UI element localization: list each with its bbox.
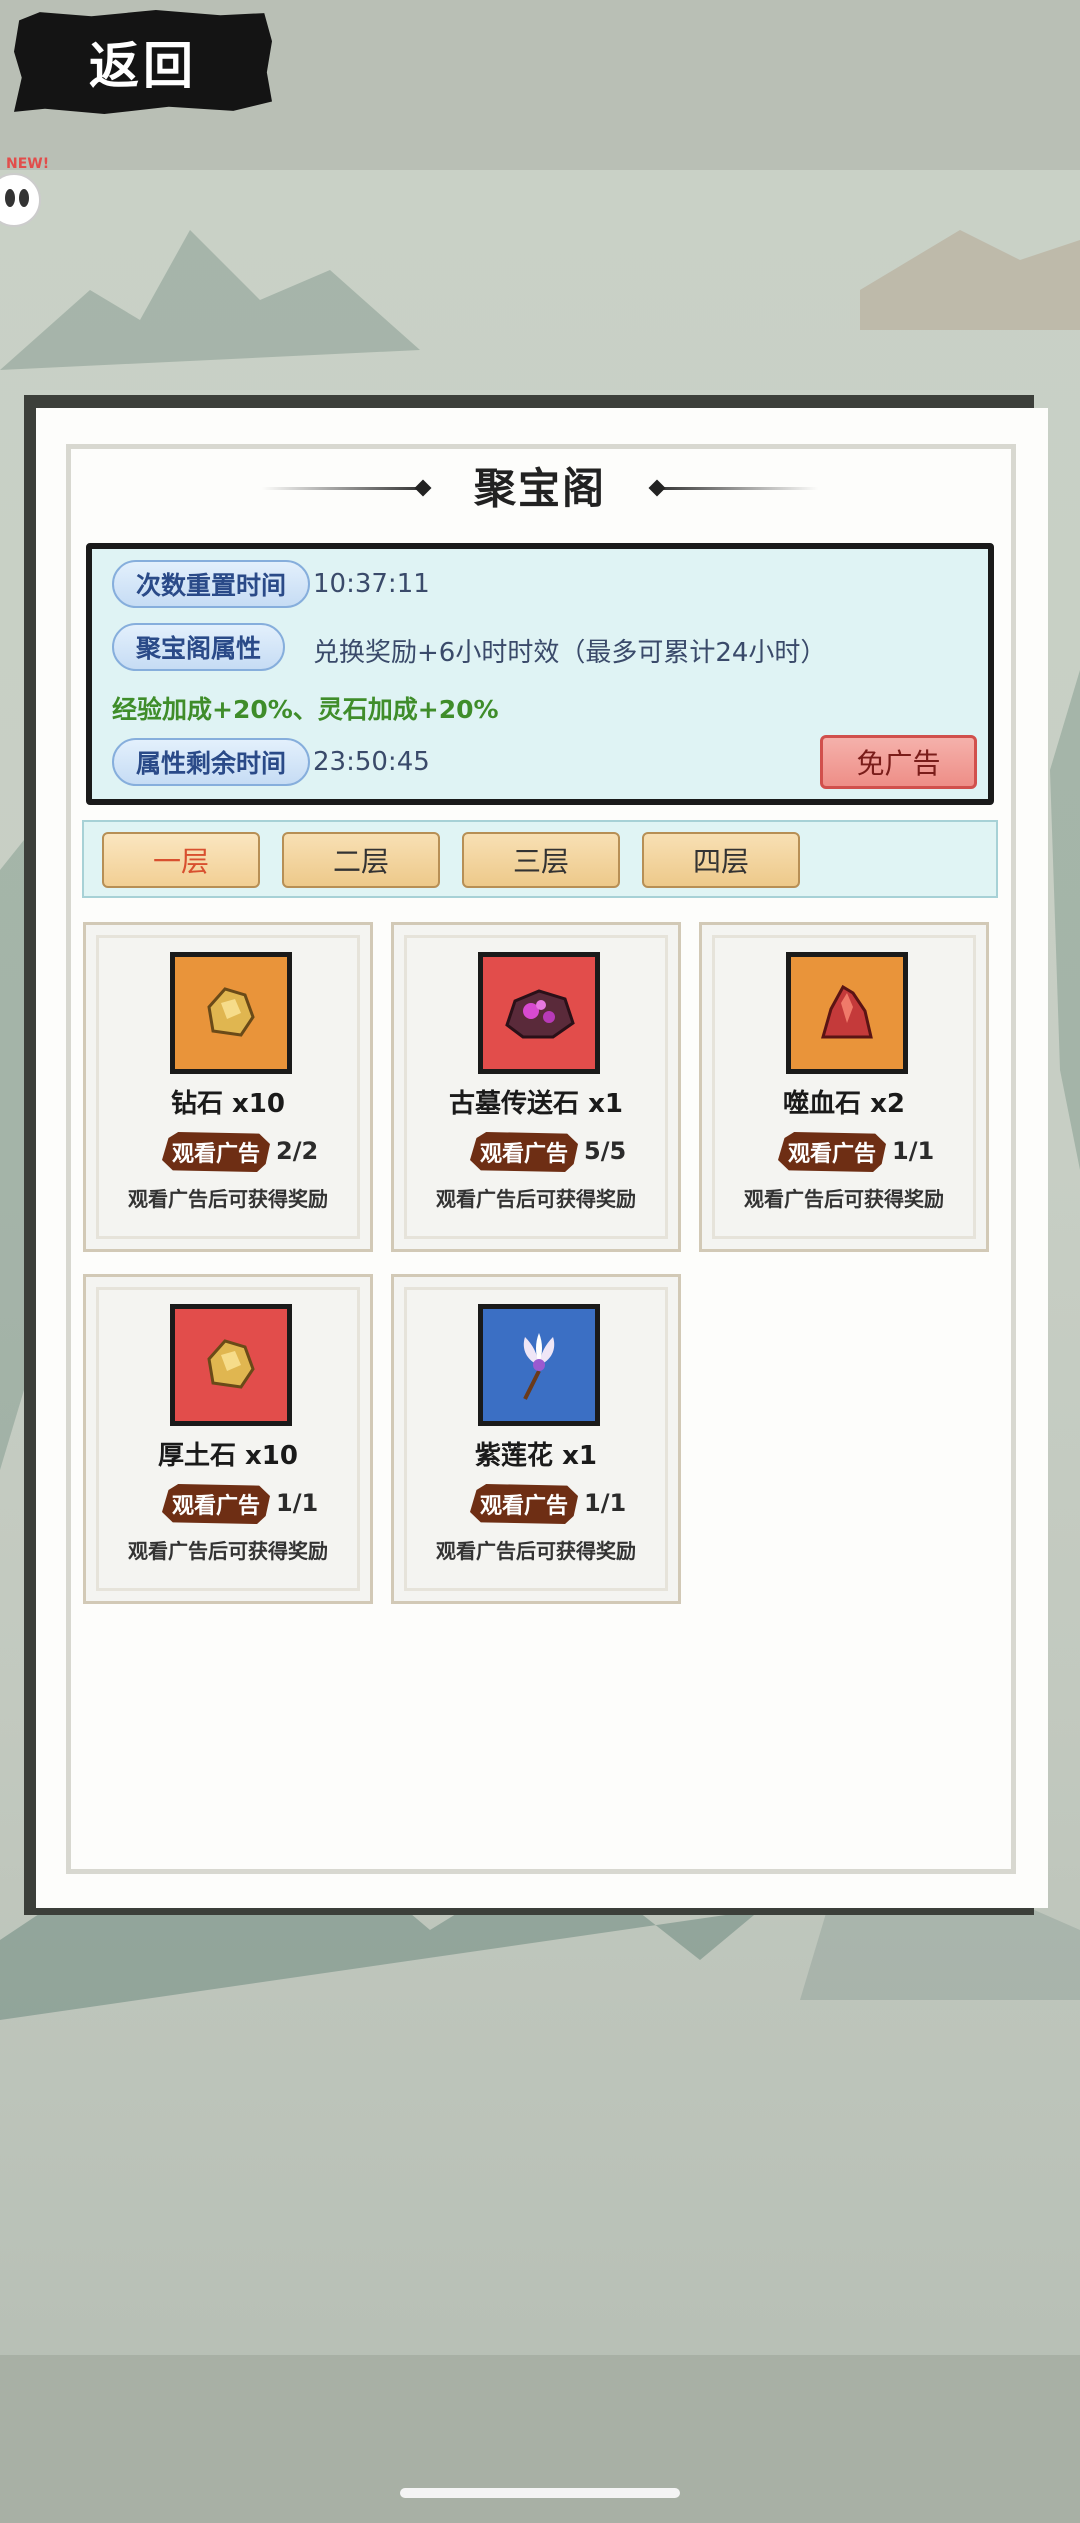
lotus-flower-icon — [478, 1304, 600, 1426]
ad-count: 1/1 — [584, 1489, 627, 1517]
ad-count: 1/1 — [276, 1489, 319, 1517]
home-indicator[interactable] — [400, 2488, 680, 2498]
tab-floor-2[interactable]: 二层 — [282, 832, 440, 888]
attribute-tag: 聚宝阁属性 — [112, 623, 286, 671]
ad-count: 2/2 — [276, 1137, 319, 1165]
back-button[interactable]: 返回 — [14, 10, 272, 114]
no-ad-button[interactable]: 免广告 — [820, 735, 977, 789]
card-note: 观看广告后可获得奖励 — [128, 1187, 328, 1211]
item-name: 古墓传送石 x1 — [449, 1089, 623, 1119]
page-title: 聚宝阁 — [473, 464, 606, 513]
card-note: 观看广告后可获得奖励 — [744, 1187, 944, 1211]
watch-ad-button[interactable]: 观看广告 — [162, 1484, 270, 1524]
reset-time-value: 10:37:11 — [313, 569, 430, 599]
reset-time-tag: 次数重置时间 — [112, 560, 311, 608]
ad-count: 1/1 — [892, 1137, 935, 1165]
purple-ore-icon — [478, 952, 600, 1074]
item-name: 钻石 x10 — [170, 1089, 285, 1119]
red-crystal-icon — [786, 952, 908, 1074]
watch-ad-button[interactable]: 观看广告 — [162, 1132, 270, 1172]
item-name: 厚土石 x10 — [157, 1441, 298, 1471]
gold-nugget-icon — [170, 1304, 292, 1426]
ad-count: 5/5 — [584, 1137, 627, 1165]
watch-ad-button[interactable]: 观看广告 — [778, 1132, 886, 1172]
bonus-text: 经验加成+20%、灵石加成+20% — [112, 695, 499, 724]
reward-card[interactable]: 厚土石 x10 观看广告 1/1 观看广告后可获得奖励 — [83, 1274, 373, 1604]
attribute-value: 兑换奖励+6小时时效（最多可累计24小时） — [313, 638, 827, 668]
new-notification-icon[interactable]: NEW! — [0, 150, 48, 240]
tab-floor-3[interactable]: 三层 — [462, 832, 620, 888]
reward-card[interactable]: 紫莲花 x1 观看广告 1/1 观看广告后可获得奖励 — [391, 1274, 681, 1604]
card-note: 观看广告后可获得奖励 — [128, 1539, 328, 1563]
new-badge-label: NEW! — [6, 156, 48, 172]
watch-ad-button[interactable]: 观看广告 — [470, 1132, 578, 1172]
card-note: 观看广告后可获得奖励 — [436, 1539, 636, 1563]
item-name: 噬血石 x2 — [783, 1089, 905, 1119]
tab-floor-4[interactable]: 四层 — [642, 832, 800, 888]
reward-card[interactable]: 噬血石 x2 观看广告 1/1 观看广告后可获得奖励 — [699, 922, 989, 1252]
remain-time-tag: 属性剩余时间 — [112, 738, 311, 786]
remain-time-value: 23:50:45 — [313, 747, 430, 777]
reward-card[interactable]: 古墓传送石 x1 观看广告 5/5 观看广告后可获得奖励 — [391, 922, 681, 1252]
item-name: 紫莲花 x1 — [475, 1441, 597, 1471]
gold-nugget-icon — [170, 952, 292, 1074]
card-note: 观看广告后可获得奖励 — [436, 1187, 636, 1211]
tab-floor-1[interactable]: 一层 — [102, 832, 260, 888]
watch-ad-button[interactable]: 观看广告 — [470, 1484, 578, 1524]
reward-card[interactable]: 钻石 x10 观看广告 2/2 观看广告后可获得奖励 — [83, 922, 373, 1252]
